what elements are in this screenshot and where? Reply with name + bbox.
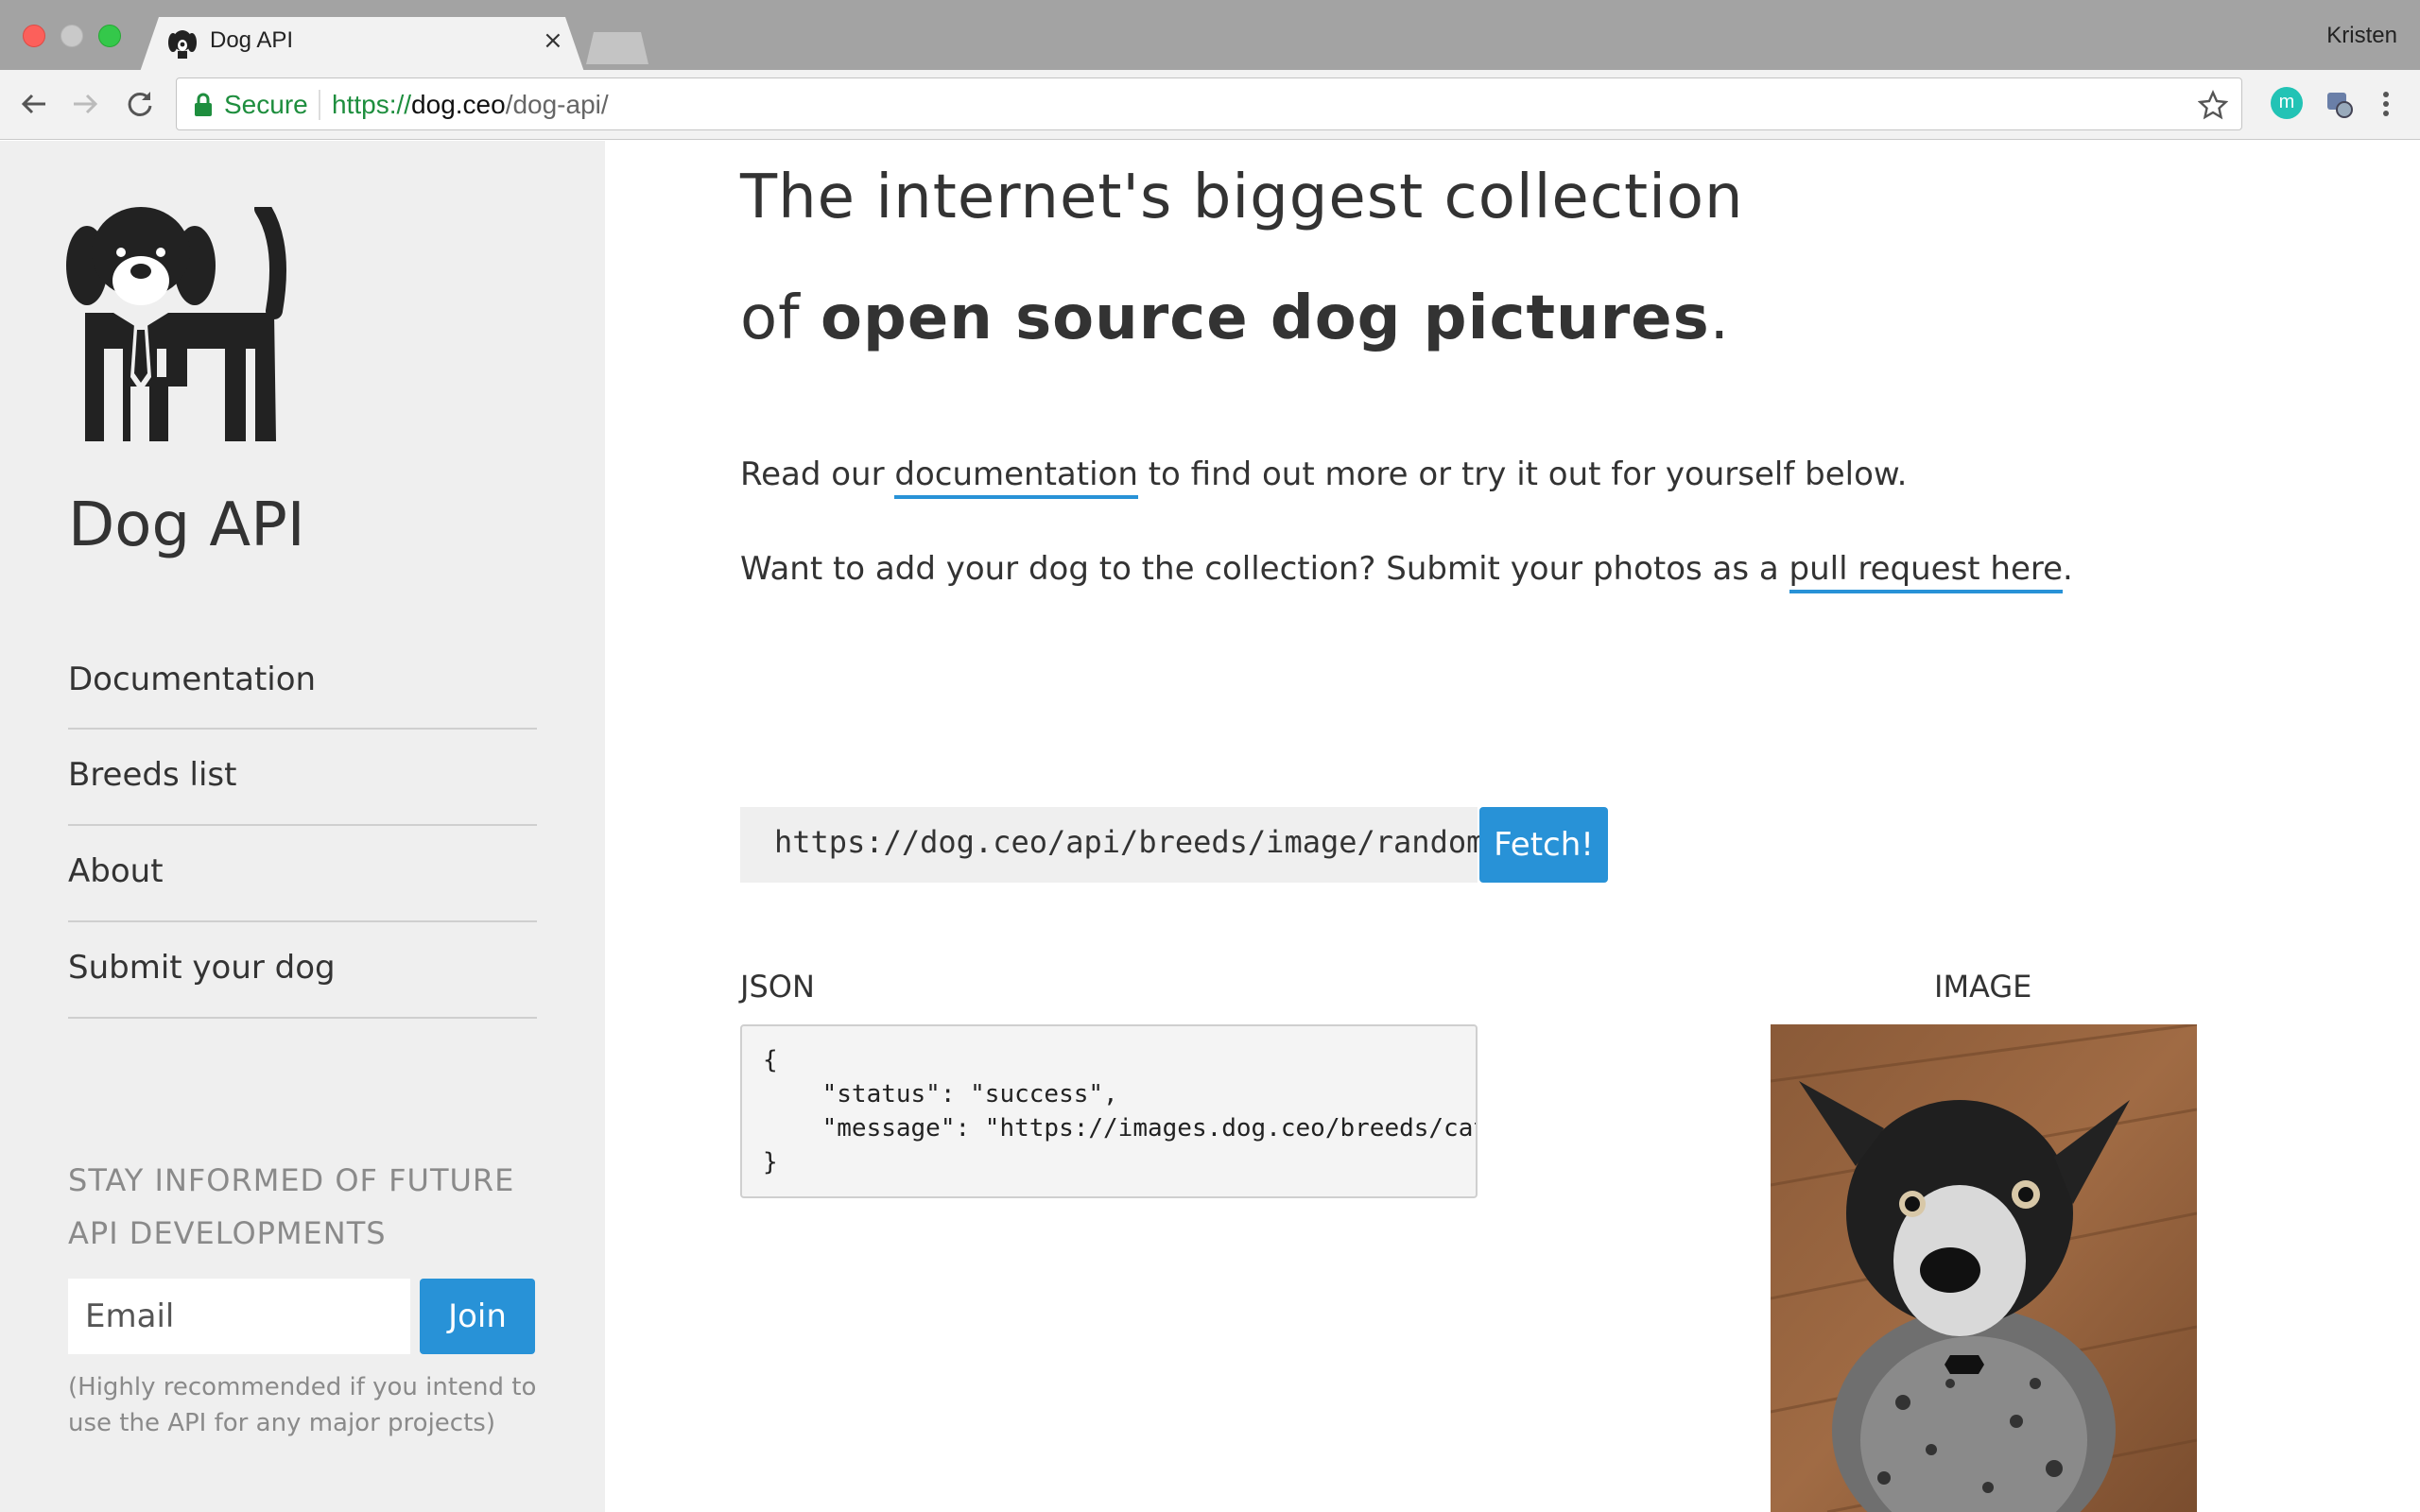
headline-bold: open source dog pictures: [821, 284, 1710, 353]
join-note: (Highly recommended if you intend to use…: [68, 1373, 537, 1437]
forward-arrow-icon[interactable]: [68, 87, 102, 121]
sidebar-item-submit-your-dog[interactable]: Submit your dog: [68, 922, 537, 1019]
back-arrow-icon[interactable]: [17, 87, 51, 121]
dog-favicon-icon: [168, 30, 197, 59]
dog-photo: [1771, 1024, 2197, 1512]
intro-text-after: to find out more or try it out for yours…: [1137, 455, 1908, 493]
sidebar-item-breeds-list[interactable]: Breeds list: [68, 730, 537, 826]
tab-title: Dog API: [210, 27, 294, 53]
join-button[interactable]: Join: [420, 1279, 535, 1354]
extension-m-icon[interactable]: m: [2271, 87, 2303, 119]
extension-icon[interactable]: [2322, 87, 2356, 121]
url-path: /dog-api/: [505, 90, 609, 119]
secure-label: Secure: [224, 90, 308, 119]
submit-text-before: Want to add your dog to the collection? …: [740, 550, 1789, 588]
window-close-button[interactable]: [23, 25, 45, 47]
documentation-link[interactable]: documentation: [894, 455, 1138, 499]
browser-toolbar: Secure https://dog.ceo/dog-api/: [0, 70, 2420, 140]
window-minimize-button[interactable]: [60, 25, 83, 47]
intro-paragraph: Read our documentation to find out more …: [740, 455, 1908, 499]
json-label: JSON: [740, 969, 815, 1005]
email-field[interactable]: [68, 1279, 410, 1354]
url-host: dog.ceo: [411, 90, 506, 119]
dog-api-logo: [66, 207, 286, 441]
star-icon[interactable]: [2198, 90, 2228, 120]
headline-prefix: of: [740, 284, 821, 353]
json-output[interactable]: { "status": "success", "message": "https…: [740, 1024, 1478, 1198]
profile-name[interactable]: Kristen: [2326, 23, 2397, 49]
site-title: Dog API: [68, 490, 305, 560]
tab-close-icon[interactable]: ×: [543, 26, 563, 55]
fetch-button[interactable]: Fetch!: [1479, 807, 1608, 883]
api-url-field[interactable]: https://dog.ceo/api/breeds/image/random: [740, 807, 1484, 883]
image-label: IMAGE: [1934, 969, 2032, 1005]
tab-dog-api[interactable]: [140, 17, 584, 72]
lock-icon: [195, 93, 212, 116]
submit-paragraph: Want to add your dog to the collection? …: [740, 550, 2073, 593]
newsletter-heading: STAY INFORMED OF FUTURE API DEVELOPMENTS: [68, 1162, 515, 1251]
omnibox-divider: [319, 90, 320, 120]
headline-line-1: The internet's biggest collection: [740, 163, 1744, 232]
reload-icon[interactable]: [123, 87, 157, 121]
sidebar: Dog API Documentation Breeds list About …: [0, 141, 605, 1512]
submit-text-after: .: [2063, 550, 2073, 588]
intro-text-before: Read our: [740, 455, 895, 493]
window-maximize-button[interactable]: [98, 25, 121, 47]
pull-request-link[interactable]: pull request here: [1789, 550, 2064, 593]
url-scheme: https://: [332, 90, 412, 119]
sidebar-item-about[interactable]: About: [68, 826, 537, 922]
headline-line-2: of open source dog pictures.: [740, 284, 1730, 353]
sidebar-nav: Documentation Breeds list About Submit y…: [68, 635, 537, 1019]
url-text[interactable]: https://dog.ceo/dog-api/: [332, 90, 609, 120]
headline-suffix: .: [1709, 284, 1730, 353]
menu-dots-icon[interactable]: [2375, 87, 2397, 121]
browser-titlebar: Dog API × Kristen: [0, 0, 2420, 72]
new-tab-button[interactable]: [586, 32, 648, 64]
address-bar[interactable]: Secure https://dog.ceo/dog-api/: [176, 77, 2242, 130]
sidebar-item-documentation[interactable]: Documentation: [68, 635, 537, 730]
